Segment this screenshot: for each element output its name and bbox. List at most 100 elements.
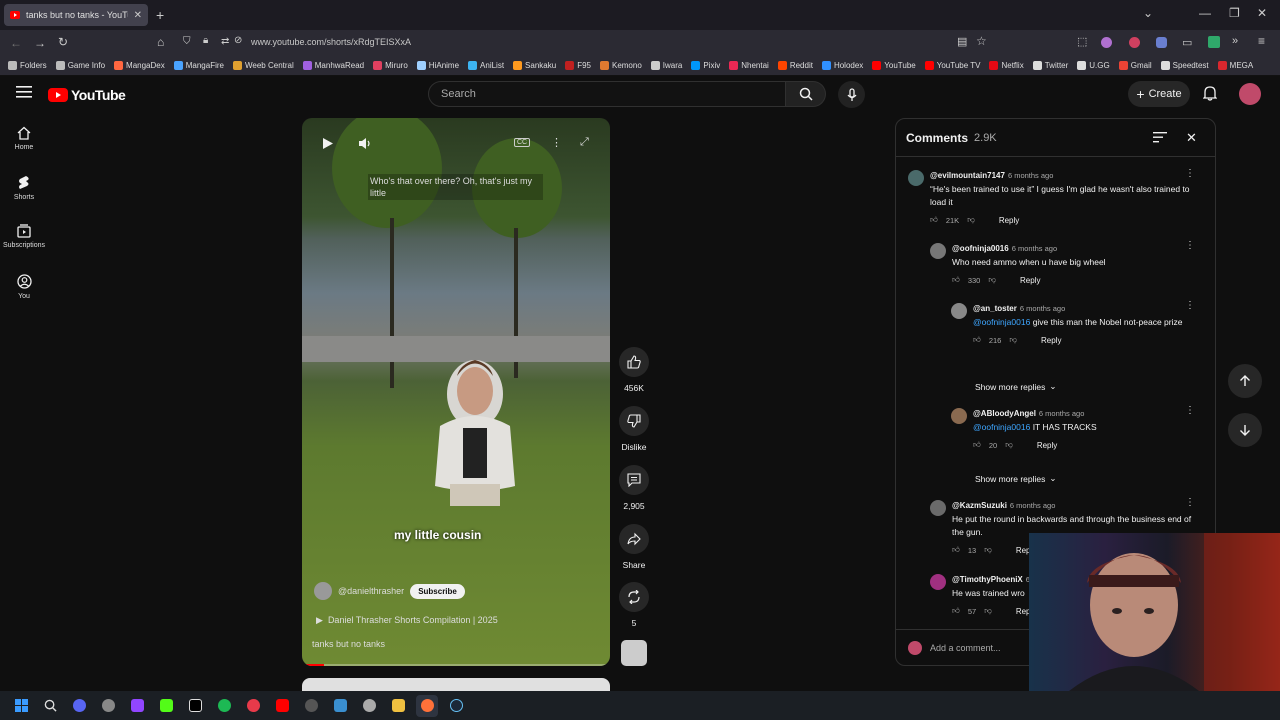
- minimize-button[interactable]: —: [1199, 6, 1211, 20]
- gamepad-icon[interactable]: ▭: [1182, 36, 1192, 49]
- thumbs-up-icon[interactable]: 👍︎: [952, 606, 960, 616]
- overflow-icon[interactable]: »: [1232, 35, 1238, 47]
- new-tab-button[interactable]: +: [156, 7, 164, 23]
- extensions-icon[interactable]: ⬚: [1077, 35, 1087, 48]
- comment-author[interactable]: @TimothyPhoeniX: [952, 575, 1023, 584]
- photos-icon[interactable]: [329, 695, 351, 717]
- video-title[interactable]: tanks but no tanks: [312, 639, 385, 649]
- bookmark-item[interactable]: MangaDex: [114, 61, 165, 70]
- youtube-app-icon[interactable]: [271, 695, 293, 717]
- channel-avatar[interactable]: [314, 582, 332, 600]
- share-button[interactable]: [619, 524, 649, 554]
- comment-menu-icon[interactable]: ⋮: [1185, 240, 1195, 251]
- reply-button[interactable]: Reply: [1041, 336, 1061, 345]
- sound-thumbnail[interactable]: [621, 640, 647, 666]
- bookmark-item[interactable]: MangaFire: [173, 61, 224, 70]
- bookmark-item[interactable]: Game Info: [55, 61, 105, 70]
- start-button[interactable]: [10, 695, 32, 717]
- thumbs-down-icon[interactable]: 👎︎: [1005, 440, 1013, 450]
- compilation-link[interactable]: ▶ Daniel Thrasher Shorts Compilation | 2…: [316, 615, 498, 626]
- comment-menu-icon[interactable]: ⋮: [1185, 168, 1195, 179]
- reply-button[interactable]: Reply: [999, 216, 1019, 225]
- bookmark-item[interactable]: Nhentai: [729, 61, 769, 70]
- file-explorer-icon[interactable]: [387, 695, 409, 717]
- comment-author[interactable]: @evilmountain7147: [930, 171, 1005, 180]
- thumbs-up-icon[interactable]: 👍︎: [952, 545, 960, 555]
- show-more-replies-button[interactable]: Show more replies ⌄: [975, 473, 1057, 484]
- bookmark-item[interactable]: Sankaku: [513, 61, 556, 70]
- comment-avatar[interactable]: [930, 574, 946, 590]
- bookmark-item[interactable]: Folders: [8, 61, 47, 70]
- thumbs-down-icon[interactable]: 👎︎: [967, 215, 975, 225]
- back-icon[interactable]: ←: [10, 36, 22, 50]
- bookmark-item[interactable]: YouTube TV: [924, 61, 980, 70]
- comment-menu-icon[interactable]: ⋮: [1185, 405, 1195, 416]
- extension-blue-icon[interactable]: [1156, 37, 1167, 48]
- sidebar-item-shorts[interactable]: Shorts: [0, 175, 48, 201]
- bookmark-item[interactable]: Gmail: [1118, 61, 1152, 70]
- comment-avatar[interactable]: [951, 303, 967, 319]
- url-field[interactable]: www.youtube.com/shorts/xRdgTEISXxA: [251, 37, 411, 47]
- next-video-preview[interactable]: [302, 678, 610, 692]
- bookmark-item[interactable]: Holodex: [821, 61, 863, 70]
- more-options-icon[interactable]: ⋮: [551, 136, 562, 149]
- search-input[interactable]: Search: [428, 81, 786, 107]
- discord-icon[interactable]: [68, 695, 90, 717]
- close-tab-icon[interactable]: ✕: [134, 10, 142, 21]
- home-button-icon[interactable]: ⌂: [157, 35, 164, 49]
- sidebar-item-subscriptions[interactable]: Subscriptions: [0, 224, 48, 249]
- sidebar-item-you[interactable]: You: [0, 274, 48, 300]
- thumbs-down-icon[interactable]: 👎︎: [1009, 335, 1017, 345]
- comment-avatar[interactable]: [930, 243, 946, 259]
- bookmark-item[interactable]: MEGA: [1217, 61, 1253, 70]
- remix-action[interactable]: 5: [619, 582, 649, 628]
- comment-avatar[interactable]: [930, 500, 946, 516]
- bookmark-star-icon[interactable]: ☆: [976, 34, 987, 48]
- twitch-icon[interactable]: [126, 695, 148, 717]
- thumbs-up-icon[interactable]: 👍︎: [973, 335, 981, 345]
- bookmark-item[interactable]: Speedtest: [1160, 61, 1209, 70]
- play-icon[interactable]: [322, 137, 334, 150]
- comment-author[interactable]: @KazmSuzuki: [952, 501, 1007, 510]
- reply-button[interactable]: Reply: [1037, 441, 1057, 450]
- thumbs-up-icon[interactable]: 👍︎: [930, 215, 938, 225]
- next-short-button[interactable]: [1228, 413, 1262, 447]
- settings-app-icon[interactable]: [97, 695, 119, 717]
- reply-button[interactable]: Reply: [1020, 276, 1040, 285]
- show-more-replies-button[interactable]: Show more replies ⌄: [975, 381, 1057, 392]
- reader-view-icon[interactable]: ▤: [957, 35, 967, 48]
- dislike-action[interactable]: Dislike: [619, 406, 649, 452]
- extension-red-icon[interactable]: [1129, 37, 1140, 48]
- menu-icon[interactable]: ≡: [1258, 34, 1265, 48]
- subscribe-button[interactable]: Subscribe: [410, 583, 465, 599]
- bookmark-item[interactable]: HiAnime: [416, 61, 459, 70]
- bookmark-item[interactable]: YouTube: [872, 61, 916, 70]
- bookmark-item[interactable]: Iwara: [650, 61, 682, 70]
- comment-mention[interactable]: @oofninja0016: [973, 317, 1030, 327]
- like-button[interactable]: [619, 347, 649, 377]
- bookmark-item[interactable]: Reddit: [777, 61, 813, 70]
- thumbs-down-icon[interactable]: 👎︎: [984, 606, 992, 616]
- x-app-icon[interactable]: [184, 695, 206, 717]
- share-action[interactable]: Share: [619, 524, 649, 570]
- taskbar-search-icon[interactable]: [39, 695, 61, 717]
- spotify-icon[interactable]: [213, 695, 235, 717]
- fullscreen-icon[interactable]: ⤢: [580, 136, 589, 149]
- comment-menu-icon[interactable]: ⋮: [1185, 300, 1195, 311]
- permissions-icon[interactable]: ⇄: [221, 36, 229, 47]
- vpn-icon[interactable]: [358, 695, 380, 717]
- forward-icon[interactable]: →: [34, 36, 46, 50]
- video-progress-bar[interactable]: [302, 664, 610, 666]
- steam-icon[interactable]: [445, 695, 467, 717]
- create-button[interactable]: + Create: [1128, 81, 1190, 107]
- sort-icon[interactable]: [1153, 132, 1167, 143]
- firefox-icon[interactable]: [416, 694, 438, 717]
- closed-captions-icon[interactable]: CC: [514, 138, 531, 147]
- browser-tab[interactable]: tanks but no tanks - YouTube ✕: [4, 4, 148, 26]
- sidebar-item-home[interactable]: Home: [0, 126, 48, 151]
- dislike-button[interactable]: [619, 406, 649, 436]
- add-comment-input[interactable]: Add a comment...: [930, 643, 1001, 653]
- channel-name[interactable]: @danielthrasher: [338, 586, 404, 596]
- comment-mention[interactable]: @oofninja0016: [973, 422, 1030, 432]
- search-button[interactable]: [786, 81, 826, 107]
